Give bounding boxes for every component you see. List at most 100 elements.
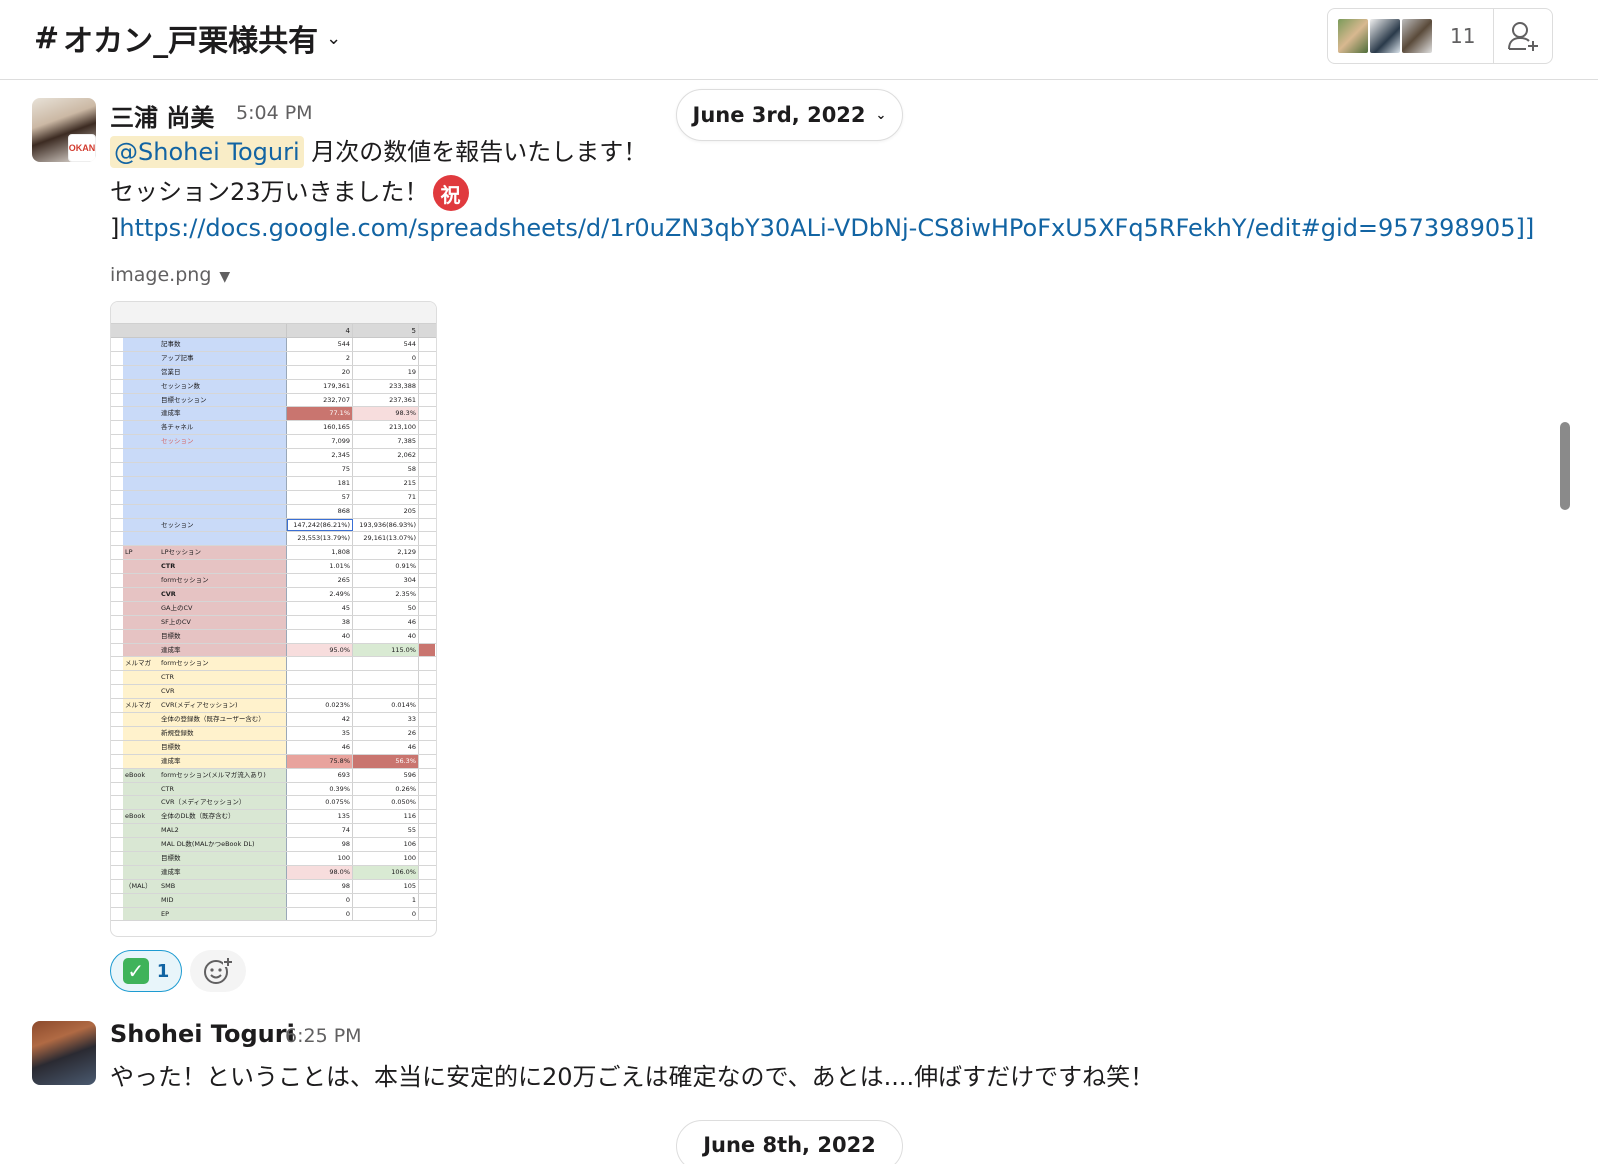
message-timestamp[interactable]: 5:04 PM bbox=[236, 102, 313, 124]
message-sender[interactable]: Shohei Toguri bbox=[110, 1020, 295, 1048]
channel-name-button[interactable]: # オカン_戸栗様共有 ⌄ bbox=[34, 16, 341, 60]
sheet-cell: 55 bbox=[353, 824, 419, 838]
sheet-cell bbox=[159, 490, 287, 504]
sheet-cell: 40 bbox=[287, 629, 353, 643]
sheet-cell: CVR bbox=[159, 685, 287, 699]
avatar[interactable] bbox=[32, 1021, 96, 1085]
sheet-cell bbox=[123, 435, 159, 449]
message-sender[interactable]: 三浦 尚美 bbox=[110, 98, 214, 133]
reaction-count: 1 bbox=[156, 960, 170, 982]
sheet-cell: 2,129 bbox=[353, 546, 419, 560]
sheet-cell bbox=[287, 657, 353, 671]
date-label: June 3rd, 2022 bbox=[692, 103, 866, 127]
sheet-cell bbox=[123, 726, 159, 740]
okan-logo-badge: OKAN bbox=[68, 134, 96, 162]
sheet-row: 達成率 77.1% 98.3% bbox=[111, 407, 436, 422]
file-name-toggle[interactable]: image.png ▼ bbox=[110, 264, 230, 286]
sheet-cell: formセッション bbox=[159, 657, 287, 671]
sheet-cell bbox=[123, 407, 159, 421]
sheet-cell: 1 bbox=[353, 893, 419, 907]
sheet-cell: 98 bbox=[287, 879, 353, 893]
sheet-cell: 35 bbox=[287, 726, 353, 740]
sheet-cell: 全体の登録数（既存ユーザー含む） bbox=[159, 713, 287, 726]
sheet-cell bbox=[123, 629, 159, 643]
sheet-cell: 2.49% bbox=[287, 588, 353, 601]
sheet-cell: 160,165 bbox=[287, 421, 353, 435]
sheet-cell: 目標数 bbox=[159, 629, 287, 643]
sheet-cell: 98.0% bbox=[287, 865, 353, 879]
message-line: @Shohei Toguri 月次の数値を報告いたします！ bbox=[110, 132, 647, 168]
sheet-cell: CTR bbox=[159, 560, 287, 574]
sheet-cell: 23,553(13.79%) bbox=[287, 532, 353, 546]
date-divider-pill[interactable]: June 8th, 2022 bbox=[676, 1120, 903, 1164]
sheet-cell: 213,100 bbox=[353, 421, 419, 435]
sheet-cell: GA上のCV bbox=[159, 601, 287, 615]
sheet-cell: 0.050% bbox=[353, 796, 419, 810]
sheet-cell: 265 bbox=[287, 574, 353, 588]
image-attachment[interactable]: 4 5 記事数 544 544 アップ記事 2 0 営業日 20 19 セッション数 179,361… bbox=[110, 301, 437, 937]
sheet-cell: 46 bbox=[353, 615, 419, 629]
add-member-button[interactable] bbox=[1494, 9, 1552, 63]
sheet-row: 181 215 bbox=[111, 476, 436, 491]
sheet-cell: CVR（メディアセッション） bbox=[159, 796, 287, 810]
sheet-row: eBook 全体のDL数（既存含む） 135 116 bbox=[111, 810, 436, 825]
sheet-cell: SF上のCV bbox=[159, 615, 287, 629]
message-text: セッション23万いきました！ bbox=[110, 178, 429, 206]
sheet-cell bbox=[123, 490, 159, 504]
sheet-cell bbox=[123, 851, 159, 865]
sheet-cell bbox=[123, 782, 159, 796]
sheet-cell bbox=[123, 713, 159, 726]
reaction-check[interactable]: ✓ 1 bbox=[110, 950, 182, 992]
sheet-row: 目標セッション 232,707 237,361 bbox=[111, 393, 436, 408]
sheet-cell bbox=[123, 463, 159, 476]
sheet-row: 75 58 bbox=[111, 463, 436, 477]
sheet-cell: 営業日 bbox=[159, 365, 287, 379]
user-mention[interactable]: @Shohei Toguri bbox=[110, 136, 304, 168]
sheet-cell: 26 bbox=[353, 726, 419, 740]
sheet-cell: 記事数 bbox=[159, 338, 287, 351]
scrollbar-thumb[interactable] bbox=[1560, 422, 1570, 510]
sheet-cell: 98 bbox=[287, 838, 353, 851]
sheet-row: 全体の登録数（既存ユーザー含む） 42 33 bbox=[111, 713, 436, 727]
message-line: セッション23万いきました！祝 bbox=[110, 172, 469, 211]
sheet-cell bbox=[159, 504, 287, 518]
sheet-cell bbox=[123, 740, 159, 754]
sheet-cell bbox=[159, 476, 287, 490]
sheet-row: CVR 2.49% 2.35% bbox=[111, 588, 436, 602]
sheet-cell: CVR(メディアセッション) bbox=[159, 699, 287, 713]
sheet-cell: 7,099 bbox=[287, 435, 353, 449]
sheet-cell bbox=[123, 351, 159, 365]
sheet-cell bbox=[123, 685, 159, 699]
check-mark-icon: ✓ bbox=[122, 958, 149, 984]
sheet-row: 目標数 40 40 bbox=[111, 629, 436, 644]
date-divider-pill[interactable]: June 3rd, 2022 ⌄ bbox=[676, 89, 903, 141]
sheet-cell: formセッション(メルマガ流入あり) bbox=[159, 768, 287, 782]
sheet-cell: 58 bbox=[353, 463, 419, 476]
sheet-cell: 233,388 bbox=[353, 379, 419, 393]
sheet-row: MAL DL数(MALかつeBook DL) 98 106 bbox=[111, 838, 436, 852]
sheet-cell: 46 bbox=[287, 740, 353, 754]
sheet-cell: 達成率 bbox=[159, 754, 287, 768]
sheet-cell: 0.023% bbox=[287, 699, 353, 713]
message-timestamp[interactable]: 6:25 PM bbox=[285, 1025, 362, 1047]
sheet-cell bbox=[123, 421, 159, 435]
add-reaction-button[interactable] bbox=[190, 950, 246, 992]
sheet-cell bbox=[123, 449, 159, 463]
sheet-cell: MAL DL数(MALかつeBook DL) bbox=[159, 838, 287, 851]
sheet-cell: 0 bbox=[353, 907, 419, 921]
sheet-row: （MAL） SMB 98 105 bbox=[111, 879, 436, 894]
sheet-cell: 0 bbox=[287, 893, 353, 907]
sheet-row: 868 205 bbox=[111, 504, 436, 519]
members-button[interactable]: 11 bbox=[1328, 9, 1494, 63]
caret-down-icon: ▼ bbox=[219, 269, 231, 285]
sheet-cell: 95.0% bbox=[287, 643, 353, 657]
sheet-cell: 0.075% bbox=[287, 796, 353, 810]
sheet-row: メルマガ CVR(メディアセッション) 0.023% 0.014% bbox=[111, 699, 436, 714]
sheet-cell: 42 bbox=[287, 713, 353, 726]
sheet-row: MID 0 1 bbox=[111, 893, 436, 908]
sheet-row: CVR（メディアセッション） 0.075% 0.050% bbox=[111, 796, 436, 811]
avatar[interactable]: OKAN bbox=[32, 98, 96, 162]
spreadsheet-link[interactable]: https://docs.google.com/spreadsheets/d/1… bbox=[119, 214, 1534, 242]
sheet-cell: 0.26% bbox=[353, 782, 419, 796]
sheet-cell bbox=[123, 838, 159, 851]
